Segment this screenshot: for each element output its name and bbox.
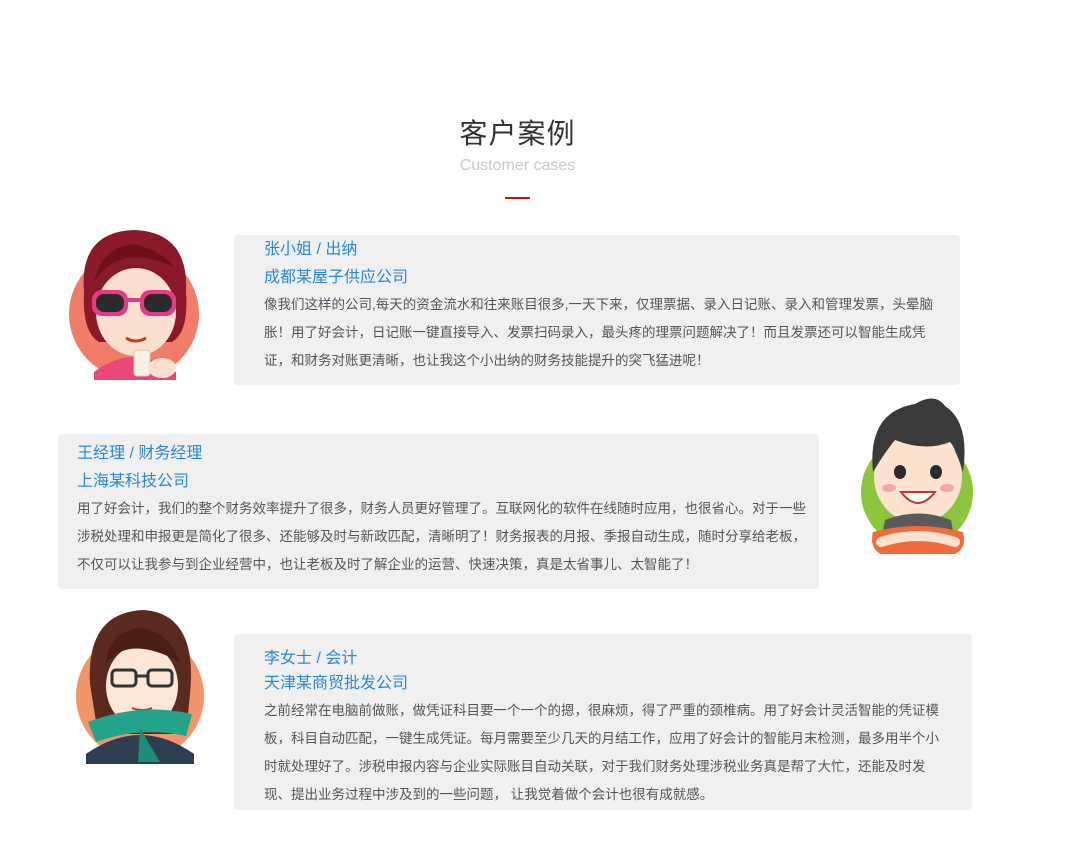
- section-title: 客户案例: [459, 118, 576, 149]
- avatar: [64, 222, 210, 392]
- woman-sunglasses-avatar-icon: [69, 230, 199, 380]
- woman-glasses-scarf-avatar-icon: [76, 610, 204, 764]
- case-text: 用了好会计，我们的整个财务效率提升了很多，财务人员更好管理了。互联网化的软件在线…: [77, 501, 806, 572]
- avatar: [68, 604, 216, 764]
- case-company: 成都某屋子供应公司: [264, 269, 409, 286]
- case-card: 王经理 / 财务经理 上海某科技公司 用了好会计，我们的整个财务效率提升了很多，…: [58, 434, 819, 589]
- case-text: 像我们这样的公司,每天的资金流水和往来账目很多,一天下来，仅理票据、录入日记账、…: [264, 297, 933, 368]
- case-company: 上海某科技公司: [77, 473, 190, 490]
- case-person: 张小姐 / 出纳: [264, 241, 358, 258]
- case-card: 张小姐 / 出纳 成都某屋子供应公司 像我们这样的公司,每天的资金流水和往来账目…: [234, 235, 960, 385]
- title-divider: [505, 197, 530, 199]
- avatar: [855, 392, 980, 567]
- case-company: 天津某商贸批发公司: [264, 675, 409, 692]
- man-smiling-avatar-icon: [861, 398, 973, 554]
- section-subtitle: Customer cases: [459, 157, 576, 174]
- case-person: 李女士 / 会计: [264, 650, 358, 667]
- case-card: 李女士 / 会计 天津某商贸批发公司 之前经常在电脑前做账，做凭证科目要一个一个…: [234, 634, 972, 810]
- case-person: 王经理 / 财务经理: [77, 445, 203, 462]
- case-text: 之前经常在电脑前做账，做凭证科目要一个一个的摁，很麻烦，得了严重的颈椎病。用了好…: [264, 703, 939, 802]
